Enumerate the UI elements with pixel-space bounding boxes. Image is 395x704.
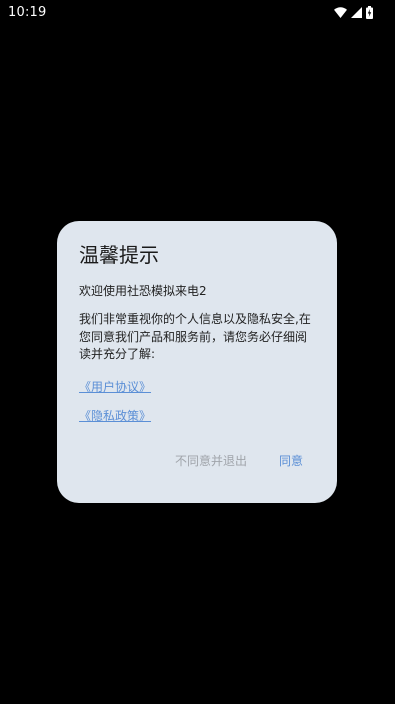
battery-charging-icon [366,6,373,19]
welcome-text: 欢迎使用社恐模拟来电2 [79,284,207,298]
privacy-prompt-dialog: 温馨提示 欢迎使用社恐模拟来电2 我们非常重视你的个人信息以及隐私安全,在您同意… [57,221,337,503]
user-agreement-link[interactable]: 《用户协议》 [79,379,151,395]
disagree-and-exit-button[interactable]: 不同意并退出 [175,452,247,469]
privacy-policy-link[interactable]: 《隐私政策》 [79,408,151,424]
status-time: 10:19 [8,5,47,20]
dialog-title: 温馨提示 [79,243,159,267]
status-bar: 10:19 [0,0,395,26]
dialog-body-text: 我们非常重视你的个人信息以及隐私安全,在您同意我们产品和服务前，请您务必仔细阅读… [79,312,311,361]
app-screen: 10:19 温馨提示 欢迎使用社恐模拟来电2 我们非常重视你的个人信息以及隐私安… [0,0,395,704]
wifi-icon [334,7,347,18]
cellular-signal-icon [351,7,362,18]
agree-button[interactable]: 同意 [279,452,303,469]
dialog-actions: 不同意并退出 同意 [175,452,303,469]
status-icons [334,6,373,19]
